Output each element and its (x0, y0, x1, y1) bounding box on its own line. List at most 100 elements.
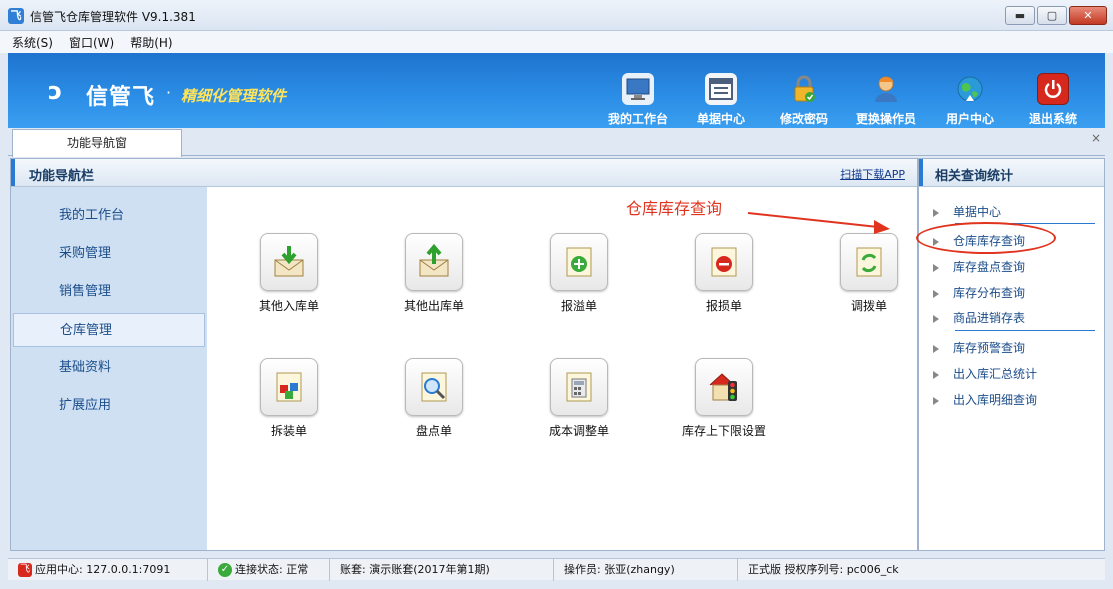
query-link-label: 库存分布查询 (953, 286, 1026, 300)
status-license: 正式版 授权序列号: pc006_ck (748, 562, 899, 576)
function-label: 报损单 (705, 299, 742, 313)
query-link-goods-report[interactable]: 商品进销存表 (933, 309, 1099, 327)
menu-help[interactable]: 帮助(H) (130, 34, 172, 51)
function-label: 报溢单 (560, 299, 597, 313)
brand-separator: · (166, 83, 172, 102)
header-banner: ↄ 信管飞 · 精细化管理软件 我的工作台 单据中心 修改密码 更换操作员 用户… (8, 53, 1105, 128)
stock-limit-icon (695, 358, 753, 416)
sidebar-item-purchase[interactable]: 采购管理 (13, 237, 205, 271)
window-controls: ▬ ▢ ✕ (1005, 6, 1107, 25)
menu-system[interactable]: 系统(S) (12, 34, 53, 51)
triangle-right-icon (933, 314, 939, 323)
triangle-right-icon (933, 396, 939, 405)
query-link-stock-warning[interactable]: 库存预警查询 (933, 339, 1099, 357)
status-text: 应用中心: 127.0.0.1:7091 (35, 562, 171, 576)
annotation-highlight-circle (916, 222, 1056, 254)
annotation-arrow-icon (747, 212, 890, 234)
sidebar-item-workbench[interactable]: 我的工作台 (13, 199, 205, 233)
function-assembly[interactable]: 拆装单 (234, 358, 344, 439)
user-icon (870, 73, 902, 105)
sidebar-item-warehouse[interactable]: 仓库管理 (13, 313, 205, 347)
brand-slogan: 精细化管理软件 (181, 87, 287, 105)
toolbar-label: 单据中心 (696, 112, 745, 126)
function-overflow-report[interactable]: 报溢单 (524, 233, 634, 314)
function-label: 拆装单 (270, 424, 307, 438)
sidebar: 我的工作台 采购管理 销售管理 仓库管理 基础资料 扩展应用 (11, 187, 207, 550)
sidebar-item-extensions[interactable]: 扩展应用 (13, 389, 205, 423)
tab-close-icon[interactable]: × (1091, 131, 1101, 145)
power-icon (1037, 73, 1069, 105)
function-label: 盘点单 (415, 424, 452, 438)
overflow-icon (550, 233, 608, 291)
query-link-label: 出入库明细查询 (953, 393, 1038, 407)
toolbar-user-center-button[interactable]: 用户中心 (930, 73, 1010, 127)
query-link-inout-summary[interactable]: 出入库汇总统计 (933, 365, 1099, 383)
query-link-stock-count[interactable]: 库存盘点查询 (933, 258, 1099, 276)
function-other-outbound[interactable]: 其他出库单 (379, 233, 489, 314)
maximize-button[interactable]: ▢ (1037, 6, 1067, 25)
toolbar-document-center-button[interactable]: 单据中心 (681, 73, 761, 127)
function-label: 其他出库单 (403, 299, 464, 313)
panel-header: 相关查询统计 (919, 159, 1104, 187)
lock-icon (788, 73, 820, 105)
related-query-panel: 相关查询统计 单据中心 仓库库存查询 库存盘点查询 库存分布查询 商品进销存表 … (918, 158, 1105, 551)
toolbar-switch-operator-button[interactable]: 更换操作员 (846, 73, 926, 127)
status-bar: 飞应用中心: 127.0.0.1:7091 ✓ 连接状态: 正常 账套: 演示账套… (8, 558, 1105, 581)
query-link-document-center[interactable]: 单据中心 (933, 203, 1099, 221)
toolbar-label: 退出系统 (1028, 112, 1077, 126)
function-label: 成本调整单 (548, 424, 609, 438)
function-inventory-count[interactable]: 盘点单 (379, 358, 489, 439)
function-cost-adjustment[interactable]: 成本调整单 (524, 358, 634, 439)
close-button[interactable]: ✕ (1069, 6, 1107, 25)
query-link-label: 商品进销存表 (953, 311, 1026, 325)
query-link-label: 出入库汇总统计 (953, 367, 1038, 381)
function-grid: 其他入库单 其他出库单 报溢单 报损单 调拨单 拆装单 盘点单 成本调整单 库存… (207, 187, 917, 550)
function-transfer[interactable]: 调拨单 (814, 233, 924, 314)
sidebar-item-basic-data[interactable]: 基础资料 (13, 351, 205, 385)
triangle-right-icon (933, 263, 939, 272)
menu-bar: 系统(S) 窗口(W) 帮助(H) (0, 31, 1113, 53)
monitor-icon (622, 73, 654, 105)
toolbar-workbench-button[interactable]: 我的工作台 (598, 73, 678, 127)
loss-icon (695, 233, 753, 291)
triangle-right-icon (933, 344, 939, 353)
sidebar-item-sales[interactable]: 销售管理 (13, 275, 205, 309)
panel-title: 相关查询统计 (935, 169, 1014, 184)
triangle-right-icon (933, 370, 939, 379)
tab-function-navigation[interactable]: 功能导航窗 (12, 129, 182, 157)
toolbar-label: 用户中心 (945, 112, 994, 126)
function-other-inbound[interactable]: 其他入库单 (234, 233, 344, 314)
globe-icon (954, 73, 986, 105)
tab-strip: 功能导航窗 × (8, 128, 1105, 157)
triangle-right-icon (933, 289, 939, 298)
panel-title: 功能导航栏 (29, 169, 95, 184)
status-account: 账套: 演示账套(2017年第1期) (330, 558, 554, 581)
outbound-icon (405, 233, 463, 291)
function-label: 库存上下限设置 (681, 424, 766, 438)
scan-download-app-link[interactable]: 扫描下载APP (840, 166, 905, 182)
query-link-label: 单据中心 (953, 205, 1002, 219)
cost-adjust-icon (550, 358, 608, 416)
toolbar-label: 修改密码 (779, 112, 828, 126)
query-link-inout-detail[interactable]: 出入库明细查询 (933, 391, 1099, 409)
function-label: 调拨单 (850, 299, 887, 313)
brand-logo-icon: ↄ (48, 77, 63, 105)
minimize-button[interactable]: ▬ (1005, 6, 1035, 25)
toolbar-label: 我的工作台 (607, 112, 668, 126)
check-icon: ✓ (218, 562, 232, 577)
inbound-icon (260, 233, 318, 291)
toolbar-exit-button[interactable]: 退出系统 (1013, 73, 1093, 127)
app-logo-icon: 飞 (8, 8, 24, 24)
function-loss-report[interactable]: 报损单 (669, 233, 779, 314)
window-title: 信管飞仓库管理软件 V9.1.381 (30, 10, 196, 24)
menu-window[interactable]: 窗口(W) (69, 34, 114, 51)
query-link-label: 库存盘点查询 (953, 260, 1026, 274)
query-link-stock-distribution[interactable]: 库存分布查询 (933, 284, 1099, 302)
transfer-icon (840, 233, 898, 291)
function-stock-limit-settings[interactable]: 库存上下限设置 (669, 358, 779, 439)
brand-name: 信管飞 (86, 85, 156, 110)
annotation-callout-text: 仓库库存查询 (626, 199, 723, 218)
query-link-label: 库存预警查询 (953, 341, 1026, 355)
toolbar-change-password-button[interactable]: 修改密码 (764, 73, 844, 127)
status-text: 连接状态: 正常 (235, 562, 309, 576)
